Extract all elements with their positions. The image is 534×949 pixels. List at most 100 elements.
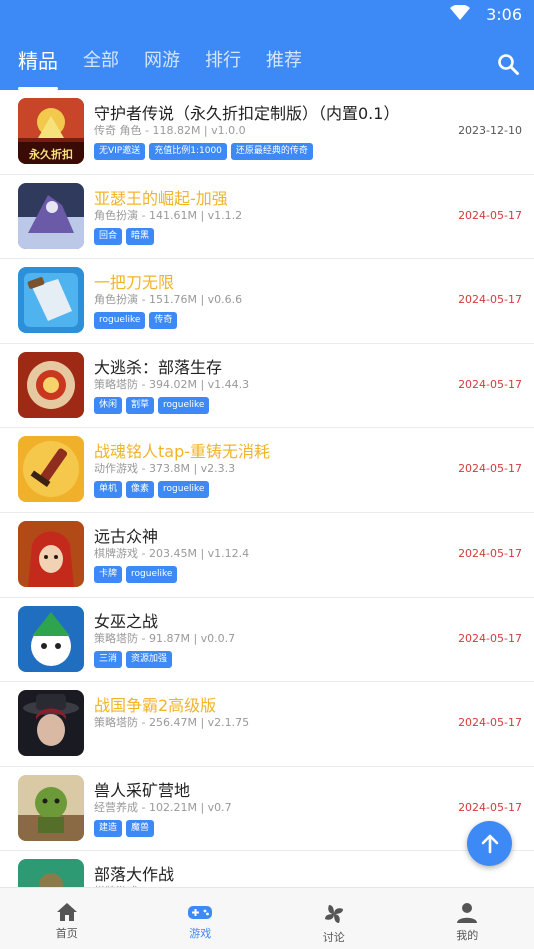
game-date: 2024-05-17 bbox=[458, 462, 522, 476]
gamepad-icon bbox=[188, 906, 213, 919]
game-tag: 暗黑 bbox=[126, 227, 155, 245]
orc-icon bbox=[18, 774, 84, 841]
game-row[interactable]: 亚瑟王的崛起-加强 角色扮演 - 141.61M | v1.1.2 回合 暗黑 2… bbox=[0, 175, 534, 260]
game-tag: 还原最经典的传奇 bbox=[230, 143, 313, 160]
game-meta: 角色扮演 - 151.76M | v0.6.6 bbox=[94, 293, 243, 307]
game-meta: 策略塔防 - 394.02M | v1.44.3 bbox=[94, 377, 250, 391]
game-date: 2024-05-17 bbox=[458, 546, 522, 560]
game-tag: 割草 bbox=[126, 396, 155, 414]
game-icon[interactable] bbox=[18, 351, 84, 418]
tab-online[interactable]: 网游 bbox=[144, 48, 180, 90]
game-title[interactable]: 一把刀无限 bbox=[94, 269, 174, 293]
game-tags: 单机 像素 roguelike bbox=[94, 481, 213, 499]
game-meta: 角色扮演 - 141.61M | v1.1.2 bbox=[94, 208, 243, 222]
game-tag: roguelike bbox=[158, 396, 210, 414]
game-meta: 动作游戏 - 373.8M | v2.3.3 bbox=[94, 462, 236, 476]
nav-discuss-label: 讨论 bbox=[322, 931, 345, 944]
game-icon[interactable] bbox=[18, 267, 84, 334]
tab-all[interactable]: 全部 bbox=[83, 48, 119, 90]
game-tag: 魔兽 bbox=[126, 819, 155, 837]
nav-mine-label: 我的 bbox=[456, 929, 479, 942]
game-tag: 单机 bbox=[94, 481, 123, 499]
tab-ranking[interactable]: 排行 bbox=[205, 48, 241, 90]
game-icon[interactable] bbox=[18, 436, 84, 503]
game-tags: 三消 资源加强 bbox=[94, 650, 176, 668]
game-tags: 建造 魔兽 bbox=[94, 819, 158, 837]
game-tag: roguelike bbox=[94, 312, 146, 330]
game-title[interactable]: 战国争霸2高级版 bbox=[94, 692, 216, 716]
game-title[interactable]: 远古众神 bbox=[94, 523, 158, 547]
game-date: 2024-05-17 bbox=[458, 377, 522, 391]
game-date: 2023-12-10 bbox=[458, 124, 522, 137]
game-row[interactable]: 远古众神 棋牌游戏 - 203.45M | v1.12.4 卡牌 roguelik… bbox=[0, 513, 534, 598]
game-icon[interactable] bbox=[18, 605, 84, 672]
game-date: 2024-05-17 bbox=[458, 631, 522, 645]
game-row[interactable]: 战国争霸2高级版 策略塔防 - 256.47M | v2.1.75 2024-0… bbox=[0, 682, 534, 767]
game-tag: 休闲 bbox=[94, 396, 123, 414]
status-bar: 3:06 bbox=[0, 0, 534, 28]
nav-discuss[interactable]: 讨论 bbox=[267, 888, 401, 949]
game-tag: roguelike bbox=[126, 565, 178, 583]
game-row[interactable]: 大逃杀：部落生存 策略塔防 - 394.02M | v1.44.3 休闲 割草 ro… bbox=[0, 344, 534, 429]
tab-recommend[interactable]: 推荐 bbox=[266, 48, 302, 90]
game-list: 永久折扣 守护者传说（永久折扣定制版）（内置0.1） 传奇 角色 - 118.8… bbox=[0, 90, 534, 887]
pinwheel-icon bbox=[324, 905, 343, 923]
game-title[interactable]: 守护者传说（永久折扣定制版）（内置0.1） bbox=[94, 100, 399, 124]
game-row[interactable]: 兽人采矿营地 经营养成 - 102.21M | v0.7 建造 魔兽 2024-0… bbox=[0, 767, 534, 852]
game-tags: 回合 暗黑 bbox=[94, 227, 158, 245]
nav-games[interactable]: 游戏 bbox=[134, 888, 268, 949]
game-date: 2024-05-17 bbox=[458, 800, 522, 814]
nav-mine[interactable]: 我的 bbox=[401, 888, 534, 949]
game-tags: 休闲 割草 roguelike bbox=[94, 396, 213, 414]
game-icon[interactable] bbox=[18, 774, 84, 841]
wifi-icon bbox=[450, 5, 470, 20]
game-icon[interactable] bbox=[18, 520, 84, 587]
tribe-icon bbox=[18, 859, 84, 887]
home-icon bbox=[56, 903, 77, 921]
game-row[interactable]: 战魂铭人tap-重铸无消耗 动作游戏 - 373.8M | v2.3.3 单机像… bbox=[0, 428, 534, 513]
person-icon bbox=[457, 903, 478, 923]
witch-icon bbox=[18, 605, 84, 672]
game-title[interactable]: 战魂铭人tap-重铸无消耗 bbox=[94, 438, 270, 462]
game-title[interactable]: 女巫之战 bbox=[94, 608, 158, 632]
icon-caption: 永久折扣 bbox=[28, 147, 73, 161]
game-meta: 策略塔防 - 256.47M | v2.1.75 bbox=[94, 716, 250, 730]
game-date: 2024-05-17 bbox=[458, 293, 522, 307]
game-row[interactable]: 女巫之战 策略塔防 - 91.87M | v0.0.7 三消 资源加强 2024-… bbox=[0, 598, 534, 683]
game-title[interactable]: 大逃杀：部落生存 bbox=[94, 354, 222, 378]
warlord-icon bbox=[18, 690, 84, 757]
game-row[interactable]: 永久折扣 守护者传说（永久折扣定制版）（内置0.1） 传奇 角色 - 118.8… bbox=[0, 90, 534, 175]
game-tag: 资源加强 bbox=[126, 650, 173, 668]
game-tags: 卡牌 roguelike bbox=[94, 565, 181, 583]
game-row[interactable]: 一把刀无限 角色扮演 - 151.76M | v0.6.6 roguelike 传… bbox=[0, 259, 534, 344]
game-title[interactable]: 兽人采矿营地 bbox=[94, 777, 190, 801]
red-hood-icon bbox=[18, 520, 84, 587]
scroll-top-button[interactable] bbox=[467, 821, 512, 866]
game-icon[interactable] bbox=[18, 690, 84, 757]
arrow-up-icon bbox=[481, 834, 498, 853]
game-icon[interactable] bbox=[18, 182, 84, 249]
nav-home[interactable]: 首页 bbox=[0, 888, 134, 949]
game-meta: 策略塔防 - 91.87M | v0.0.7 bbox=[94, 631, 236, 645]
game-tag: 三消 bbox=[94, 650, 123, 668]
tab-featured[interactable]: 精品 bbox=[18, 48, 58, 90]
status-time: 3:06 bbox=[486, 5, 522, 24]
nav-home-label: 首页 bbox=[55, 927, 78, 940]
game-icon[interactable]: 永久折扣 bbox=[18, 98, 84, 164]
game-tag: 像素 bbox=[126, 481, 155, 499]
game-title[interactable]: 亚瑟王的崛起-加强 bbox=[94, 185, 228, 209]
knife-icon bbox=[18, 267, 84, 334]
game-tag: 卡牌 bbox=[94, 565, 123, 583]
game-meta: 棋牌游戏 - 203.45M | v1.12.4 bbox=[94, 546, 250, 560]
game-row[interactable]: 部落大作战 棋牌游戏 - 210.71M | v1.0 bbox=[0, 851, 534, 887]
category-tabs: 精品 全部 网游 排行 推荐 bbox=[18, 48, 327, 90]
bottom-nav: 首页 游戏 讨论 我的 bbox=[0, 887, 534, 949]
game-icon[interactable] bbox=[18, 859, 84, 887]
search-icon[interactable] bbox=[496, 52, 520, 76]
game-title[interactable]: 部落大作战 bbox=[94, 861, 174, 885]
guardian-legend-icon: 永久折扣 bbox=[18, 98, 84, 164]
game-tag: 回合 bbox=[94, 227, 123, 245]
game-tag: 传奇 bbox=[149, 312, 178, 330]
game-tags: roguelike 传奇 bbox=[94, 312, 181, 330]
sun-emblem-icon bbox=[18, 351, 84, 418]
